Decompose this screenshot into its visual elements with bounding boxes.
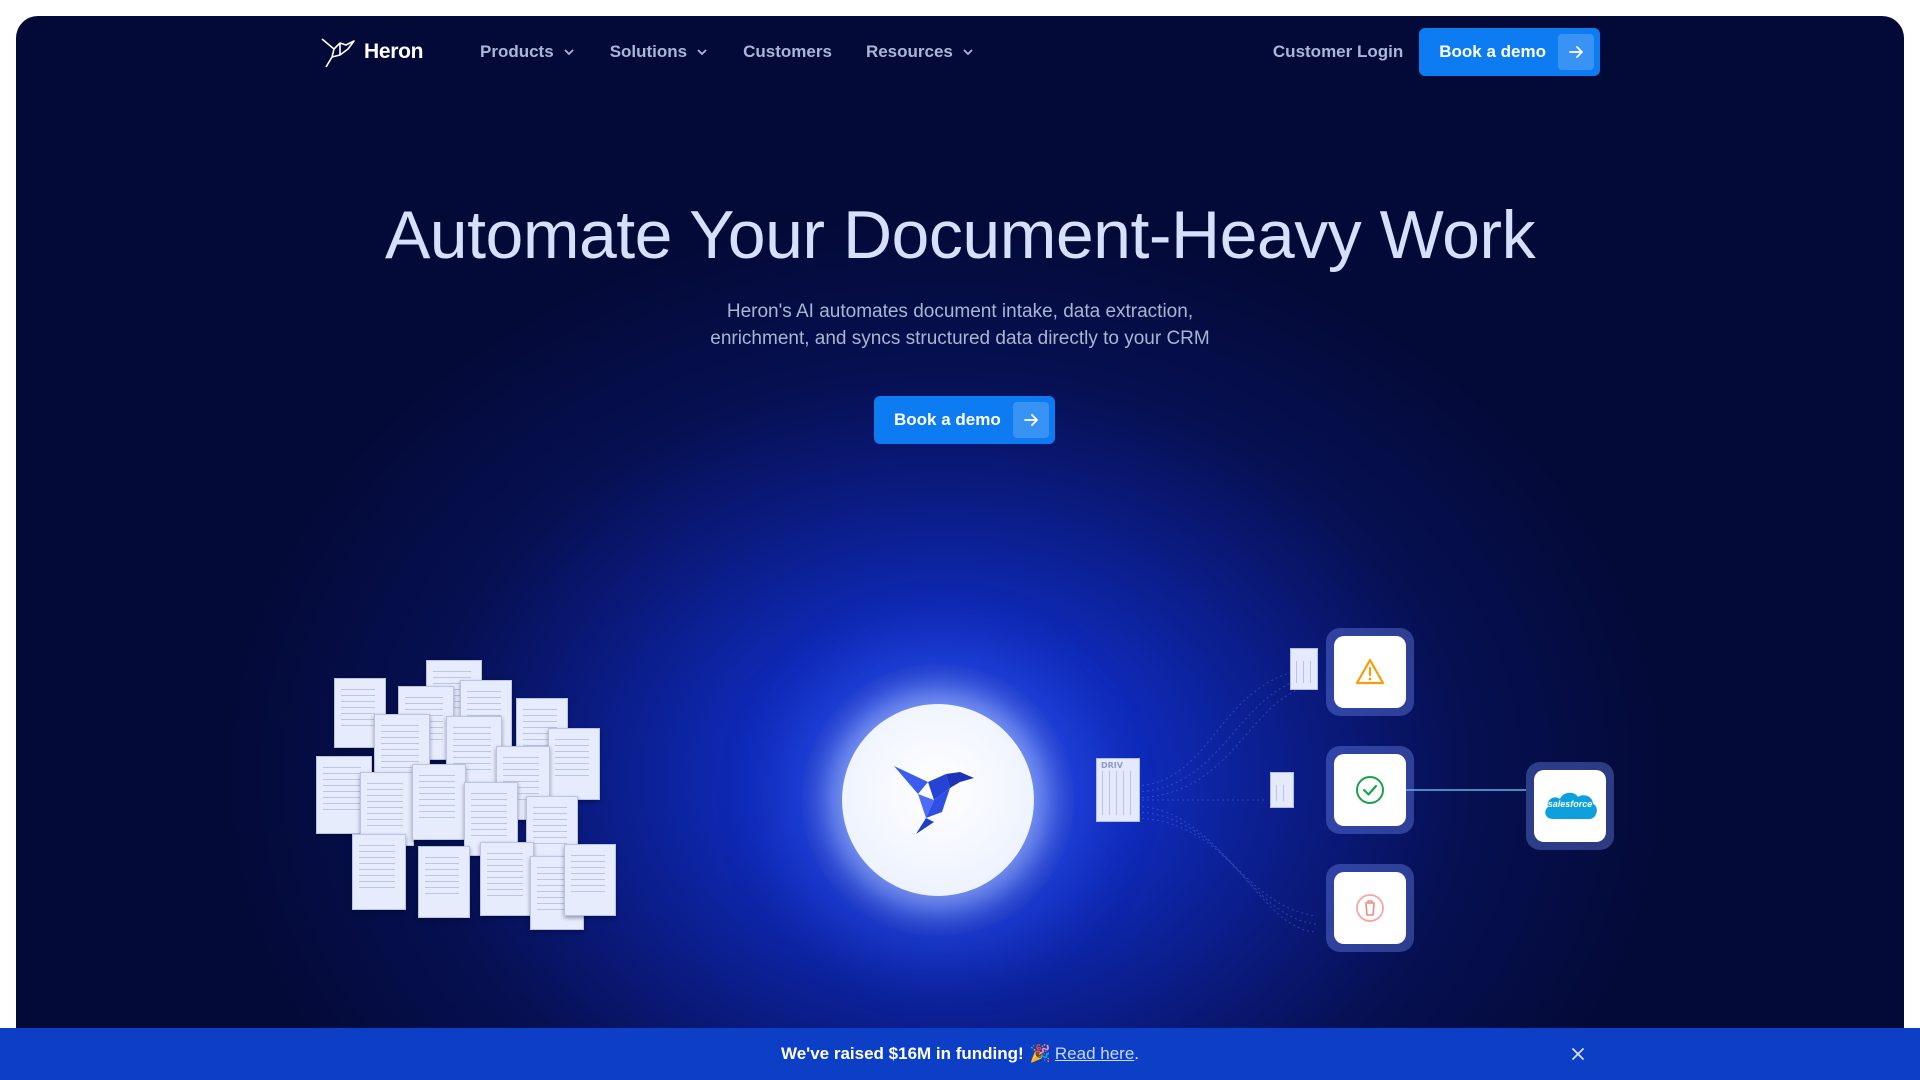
document-icon xyxy=(564,844,616,916)
chevron-down-icon xyxy=(564,49,574,56)
hero-subtitle: Heron's AI automates document intake, da… xyxy=(16,298,1904,352)
button-label: Book a demo xyxy=(1439,42,1546,61)
button-label: Book a demo xyxy=(894,410,1001,429)
banner-suffix: . xyxy=(1134,1044,1140,1063)
document-icon xyxy=(1270,772,1294,808)
book-demo-button-hero[interactable]: Book a demo xyxy=(874,396,1055,444)
document-cluster xyxy=(316,656,656,956)
document-icon xyxy=(1290,648,1318,690)
check-icon xyxy=(1356,776,1384,804)
top-navigation: Heron Products Solutions Customers Resou… xyxy=(16,16,1904,88)
close-icon[interactable] xyxy=(1568,1044,1588,1064)
party-popper-icon: 🎉 xyxy=(1029,1044,1051,1063)
funding-announcement-banner: We've raised $16M in funding! 🎉 Read her… xyxy=(0,1028,1920,1080)
document-icon xyxy=(412,764,466,840)
status-success-card xyxy=(1326,746,1414,834)
heron-bird-icon xyxy=(894,766,974,834)
page-frame: Heron Products Solutions Customers Resou… xyxy=(16,16,1904,1080)
document-icon xyxy=(480,842,534,916)
warning-icon xyxy=(1355,658,1385,685)
document-icon xyxy=(352,834,406,910)
nav-item-resources[interactable]: Resources xyxy=(866,42,975,62)
nav-actions: Customer Login Book a demo xyxy=(1273,28,1600,76)
hero-subtitle-line-1: Heron's AI automates document intake, da… xyxy=(726,301,1194,322)
heron-logo-icon xyxy=(321,38,355,68)
document-icon xyxy=(548,728,600,800)
status-card-inner xyxy=(1334,754,1406,826)
salesforce-label: salesforce xyxy=(1547,799,1593,809)
hero-title: Automate Your Document-Heavy Work xyxy=(384,197,1536,273)
nav-item-products[interactable]: Products xyxy=(480,42,576,62)
brand-name: Heron xyxy=(364,40,424,63)
status-card-inner: salesforce xyxy=(1534,770,1606,842)
document-type-label: DRIV xyxy=(1101,761,1123,770)
salesforce-logo: salesforce xyxy=(1541,787,1599,825)
nav-item-label: Customers xyxy=(743,42,832,61)
status-warning-card xyxy=(1326,628,1414,716)
main-menu: Products Solutions Customers Resources xyxy=(480,42,975,62)
nav-item-label: Resources xyxy=(865,42,953,61)
status-card-inner xyxy=(1334,636,1406,708)
hero-subtitle-line-2: enrichment, and syncs structured data di… xyxy=(710,328,1210,349)
book-demo-button-nav[interactable]: Book a demo xyxy=(1419,28,1600,76)
salesforce-destination-card: salesforce xyxy=(1526,762,1614,850)
arrow-right-icon xyxy=(1558,34,1594,70)
status-card-inner xyxy=(1334,872,1406,944)
banner-text: We've raised $16M in funding! xyxy=(780,1044,1024,1063)
nav-item-label: Products xyxy=(480,42,554,61)
brand-logo[interactable]: Heron xyxy=(320,34,423,70)
read-here-link[interactable]: Read here xyxy=(1055,1044,1134,1064)
document-icon xyxy=(418,846,470,918)
customer-login-link[interactable]: Customer Login xyxy=(1273,42,1403,62)
chevron-down-icon xyxy=(697,49,707,56)
arrow-right-icon xyxy=(1012,402,1049,438)
document-icon: DRIV xyxy=(1096,758,1140,822)
chevron-down-icon xyxy=(963,49,973,56)
nav-item-customers[interactable]: Customers xyxy=(743,42,832,62)
status-delete-card xyxy=(1326,864,1414,952)
trash-icon xyxy=(1356,894,1384,922)
nav-item-label: Solutions xyxy=(609,42,688,61)
heron-ai-core xyxy=(842,704,1034,896)
nav-item-solutions[interactable]: Solutions xyxy=(610,42,709,62)
